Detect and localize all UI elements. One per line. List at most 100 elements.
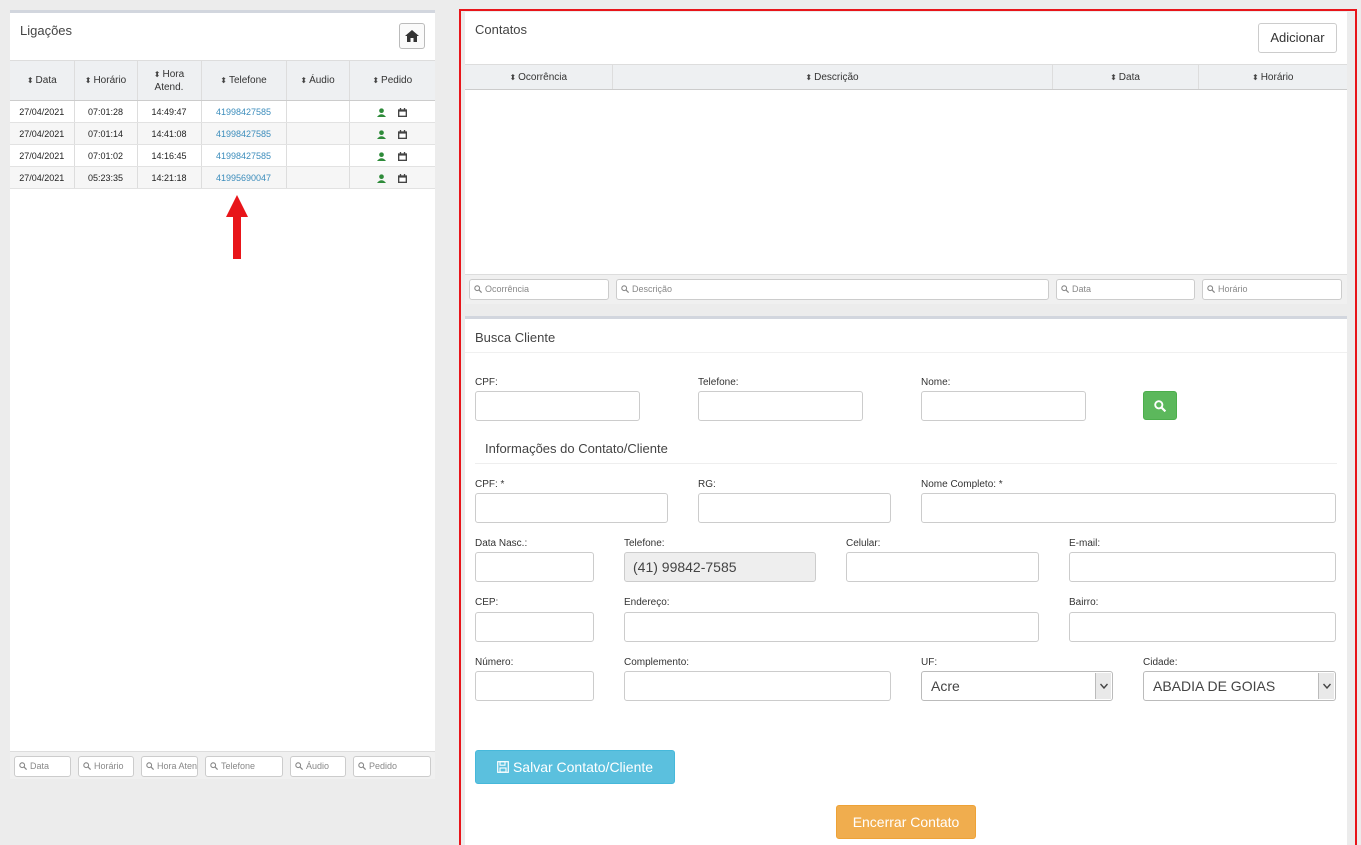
red-arrow-annotation — [226, 195, 248, 259]
col-horario[interactable]: ⬍ Horário — [74, 60, 138, 101]
search-icon — [210, 762, 218, 770]
add-contact-button[interactable]: Adicionar — [1258, 23, 1337, 53]
col-hora-atend[interactable]: ⬍ Hora Atend. — [137, 60, 202, 101]
pedido-cell — [349, 100, 435, 123]
audio-cell — [286, 122, 350, 145]
person-icon[interactable] — [377, 107, 387, 117]
col-pedido[interactable]: ⬍ Pedido — [349, 60, 435, 101]
table-row[interactable]: 27/04/2021 07:01:14 14:41:08 41998427585 — [10, 122, 435, 145]
pedido-cell — [349, 122, 435, 145]
filter-audio-input[interactable]: Áudio — [290, 756, 346, 777]
search-icon — [1154, 399, 1166, 412]
filter-ocorrencia-input[interactable]: Ocorrência — [469, 279, 609, 300]
search-telefone-label: Telefone: — [698, 377, 739, 388]
filter-descricao-input[interactable]: Descrição — [616, 279, 1049, 300]
search-cpf-label: CPF: — [475, 377, 498, 388]
filter-hora-atend-input[interactable]: Hora Atend. — [141, 756, 198, 777]
contacts-table: ⬍ Ocorrência ⬍ Descrição ⬍ Data ⬍ Horário — [465, 64, 1347, 90]
phone-link[interactable]: 41998427585 — [201, 144, 287, 167]
data-nasc-label: Data Nasc.: — [475, 538, 528, 549]
home-button[interactable] — [399, 23, 425, 49]
calls-panel-title: Ligações — [20, 23, 73, 38]
endereco-field[interactable] — [624, 612, 1039, 642]
save-icon — [497, 761, 509, 773]
search-nome-label: Nome: — [921, 377, 951, 388]
person-icon[interactable] — [377, 129, 387, 139]
info-section-title: Informações do Contato/Cliente — [485, 441, 668, 456]
calls-table: ⬍ Data ⬍ Horário ⬍ Hora Atend. ⬍ Telefone ⬍ Á… — [10, 60, 435, 189]
search-icon — [358, 762, 366, 770]
calls-panel: Ligações ⬍ Data ⬍ Horário ⬍ Hora Atend. ⬍ Te… — [10, 10, 435, 779]
filter-horario-input[interactable]: Horário — [78, 756, 134, 777]
search-cpf-input[interactable] — [475, 391, 640, 421]
cep-field[interactable] — [475, 612, 594, 642]
col-audio[interactable]: ⬍ Áudio — [286, 60, 350, 101]
audio-cell — [286, 100, 350, 123]
filter-pedido-input[interactable]: Pedido — [353, 756, 431, 777]
email-field[interactable] — [1069, 552, 1336, 582]
table-row[interactable]: 27/04/2021 07:01:02 14:16:45 41998427585 — [10, 144, 435, 167]
search-icon — [146, 762, 154, 770]
celular-field[interactable] — [846, 552, 1039, 582]
filter-telefone-input[interactable]: Telefone — [205, 756, 283, 777]
calendar-icon[interactable] — [398, 107, 408, 117]
email-label: E-mail: — [1069, 538, 1101, 549]
person-icon[interactable] — [377, 173, 387, 183]
cep-label: CEP: — [475, 597, 499, 608]
divider — [475, 463, 1337, 464]
pedido-cell — [349, 144, 435, 167]
nome-completo-field[interactable] — [921, 493, 1336, 523]
cidade-select[interactable]: ABADIA DE GOIAS — [1143, 671, 1336, 701]
bairro-label: Bairro: — [1069, 597, 1099, 608]
calendar-icon[interactable] — [398, 173, 408, 183]
search-button[interactable] — [1143, 391, 1177, 420]
col-telefone[interactable]: ⬍ Telefone — [201, 60, 287, 101]
search-icon — [19, 762, 27, 770]
uf-label: UF: — [921, 657, 938, 668]
filter-data-input[interactable]: Data — [1056, 279, 1195, 300]
search-nome-input[interactable] — [921, 391, 1086, 421]
calendar-icon[interactable] — [398, 129, 408, 139]
col-data[interactable]: ⬍ Data — [1052, 64, 1199, 90]
uf-select[interactable]: Acre — [921, 671, 1113, 701]
cidade-label: Cidade: — [1143, 657, 1178, 668]
rg-label: RG: — [698, 479, 716, 490]
calendar-icon[interactable] — [398, 151, 408, 161]
contacts-panel: Contatos Adicionar ⬍ Ocorrência ⬍ Descriçã… — [465, 12, 1347, 304]
end-contact-button[interactable]: Encerrar Contato — [836, 805, 976, 839]
contacts-panel-title: Contatos — [475, 22, 528, 37]
complemento-field[interactable] — [624, 671, 891, 701]
search-telefone-input[interactable] — [698, 391, 863, 421]
calls-filter-bar: Data Horário Hora Atend. Telefone Áudio … — [10, 751, 435, 779]
phone-link[interactable]: 41998427585 — [201, 100, 287, 123]
search-icon — [295, 762, 303, 770]
numero-field[interactable] — [475, 671, 594, 701]
audio-cell — [286, 144, 350, 167]
cpf-field[interactable] — [475, 493, 668, 523]
table-row[interactable]: 27/04/2021 05:23:35 14:21:18 41995690047 — [10, 166, 435, 189]
rg-field[interactable] — [698, 493, 891, 523]
col-data[interactable]: ⬍ Data — [10, 60, 75, 101]
search-icon — [83, 762, 91, 770]
phone-link[interactable]: 41998427585 — [201, 122, 287, 145]
save-contact-button[interactable]: Salvar Contato/Cliente — [475, 750, 675, 784]
col-ocorrencia[interactable]: ⬍ Ocorrência — [465, 64, 613, 90]
col-horario[interactable]: ⬍ Horário — [1198, 64, 1347, 90]
phone-link[interactable]: 41995690047 — [201, 166, 287, 189]
col-descricao[interactable]: ⬍ Descrição — [612, 64, 1053, 90]
data-nasc-field[interactable] — [475, 552, 594, 582]
contacts-filter-bar: Ocorrência Descrição Data Horário — [465, 274, 1347, 304]
nome-completo-label: Nome Completo: * — [921, 479, 1003, 490]
table-row[interactable]: 27/04/2021 07:01:28 14:49:47 41998427585 — [10, 100, 435, 123]
numero-label: Número: — [475, 657, 514, 668]
chevron-down-icon — [1095, 673, 1111, 699]
bairro-field[interactable] — [1069, 612, 1336, 642]
celular-label: Celular: — [846, 538, 881, 549]
search-icon — [1207, 285, 1215, 293]
filter-horario-input[interactable]: Horário — [1202, 279, 1342, 300]
search-icon — [474, 285, 482, 293]
pedido-cell — [349, 166, 435, 189]
person-icon[interactable] — [377, 151, 387, 161]
telefone-label: Telefone: — [624, 538, 665, 549]
filter-data-input[interactable]: Data — [14, 756, 71, 777]
